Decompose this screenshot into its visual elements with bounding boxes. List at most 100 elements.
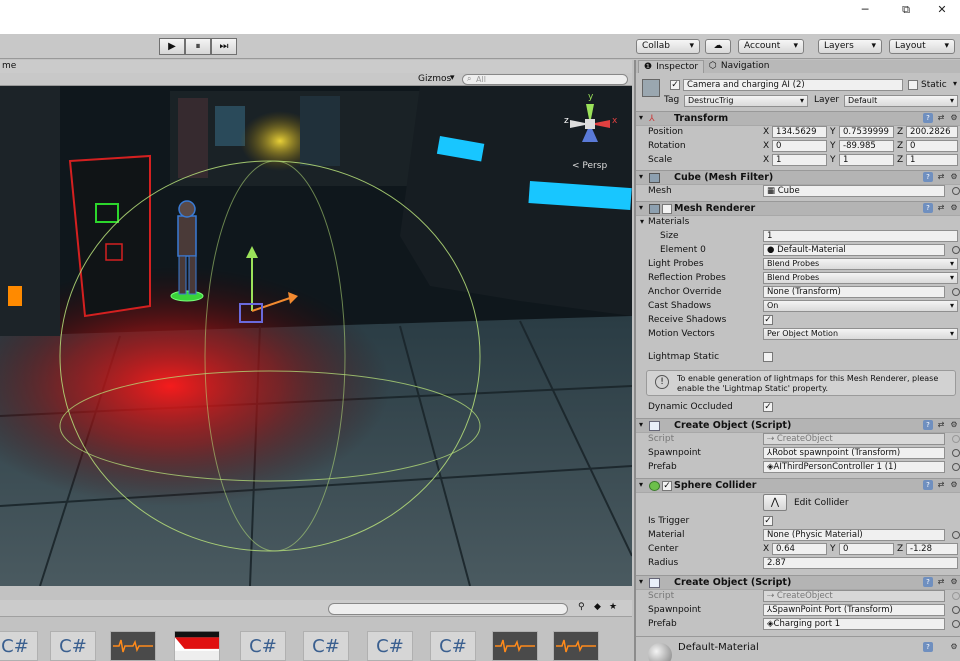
object-picker-icon[interactable] <box>952 531 960 539</box>
preset-icon[interactable]: ⇄ <box>936 480 946 490</box>
asset-audio-item[interactable] <box>492 631 538 661</box>
lightmap-static-checkbox[interactable] <box>763 352 773 362</box>
scale-x-field[interactable]: 1 <box>772 154 827 166</box>
asset-script-item[interactable]: C# <box>240 631 286 661</box>
account-dropdown[interactable]: Account ▾ <box>738 39 804 54</box>
scale-y-field[interactable]: 1 <box>839 154 894 166</box>
create-object-1-header[interactable]: ▾ Create Object (Script) ? ⇄ ⚙ <box>636 418 960 433</box>
rotation-y-field[interactable]: -89.985 <box>839 140 894 152</box>
object-picker-icon[interactable] <box>952 463 960 471</box>
help-icon[interactable]: ? <box>923 203 933 213</box>
collider-material-field[interactable]: None (Physic Material) <box>763 529 945 541</box>
scale-z-field[interactable]: 1 <box>906 154 958 166</box>
label-icon[interactable]: ◆ <box>594 602 601 612</box>
edit-collider-button[interactable]: ⋀ <box>763 494 787 511</box>
gear-icon[interactable]: ⚙ <box>949 480 959 490</box>
mesh-field[interactable]: ▦ Cube <box>763 185 945 197</box>
chevron-down-icon[interactable]: ▾ <box>953 79 957 88</box>
minimize-button[interactable]: ─ <box>850 3 880 17</box>
gear-icon[interactable]: ⚙ <box>949 172 959 182</box>
object-picker-icon[interactable] <box>952 246 960 254</box>
element0-field[interactable]: ● Default-Material <box>763 244 945 256</box>
rotation-z-field[interactable]: 0 <box>906 140 958 152</box>
orientation-gizmo[interactable]: y x z <box>560 92 620 154</box>
asset-texture-item[interactable] <box>174 631 220 661</box>
persp-label[interactable]: < Persp <box>572 161 607 171</box>
anchor-override-field[interactable]: None (Transform) <box>763 286 945 298</box>
asset-audio-item[interactable] <box>553 631 599 661</box>
filter-type-icon[interactable]: ⚲ <box>578 602 585 612</box>
object-picker-icon[interactable] <box>952 606 960 614</box>
cast-shadows-dropdown[interactable]: On <box>763 300 958 312</box>
mesh-renderer-header[interactable]: ▾ Mesh Renderer ? ⇄ ⚙ <box>636 201 960 216</box>
rotation-x-field[interactable]: 0 <box>772 140 827 152</box>
materials-row[interactable]: ▾ Materials <box>636 216 960 230</box>
gear-icon[interactable]: ⚙ <box>949 420 959 430</box>
layers-dropdown[interactable]: Layers ▾ <box>818 39 882 54</box>
play-button[interactable]: ▶ <box>159 38 185 55</box>
asset-script-item[interactable]: C# <box>50 631 96 661</box>
sphere-collider-enabled-checkbox[interactable]: ✓ <box>662 481 672 491</box>
help-icon[interactable]: ? <box>923 172 933 182</box>
object-picker-icon[interactable] <box>952 620 960 628</box>
position-y-field[interactable]: 0.7539999 <box>839 126 894 138</box>
static-checkbox[interactable] <box>908 80 918 90</box>
dynamic-occluded-checkbox[interactable]: ✓ <box>763 402 773 412</box>
gizmos-dropdown[interactable]: Gizmos <box>418 74 451 84</box>
object-picker-icon[interactable] <box>952 288 960 296</box>
material-section[interactable]: Default-Material ? ⚙ <box>636 636 960 661</box>
object-picker-icon[interactable] <box>952 187 960 195</box>
preset-icon[interactable]: ⇄ <box>936 203 946 213</box>
help-icon[interactable]: ? <box>923 420 933 430</box>
project-search-input[interactable] <box>328 603 568 615</box>
asset-script-item[interactable]: C# <box>367 631 413 661</box>
gear-icon[interactable]: ⚙ <box>949 577 959 587</box>
asset-script-item[interactable]: C# <box>430 631 476 661</box>
scene-view[interactable]: y x z < Persp <box>0 86 632 586</box>
layout-dropdown[interactable]: Layout ▾ <box>889 39 955 54</box>
layer-dropdown[interactable]: Default <box>844 95 958 107</box>
position-x-field[interactable]: 134.5629 <box>772 126 827 138</box>
tab-navigation[interactable]: ⬡ Navigation <box>704 60 774 73</box>
asset-script-item[interactable]: C# <box>0 631 38 661</box>
mesh-renderer-enabled-checkbox[interactable] <box>662 204 672 214</box>
sphere-collider-header[interactable]: ▾ ✓ Sphere Collider ? ⇄ ⚙ <box>636 478 960 493</box>
preset-icon[interactable]: ⇄ <box>936 172 946 182</box>
center-y-field[interactable]: 0 <box>839 543 894 555</box>
pause-button[interactable]: ⏸ <box>185 38 211 55</box>
reflection-probes-dropdown[interactable]: Blend Probes <box>763 272 958 284</box>
asset-script-item[interactable]: C# <box>303 631 349 661</box>
help-icon[interactable]: ? <box>923 480 933 490</box>
cloud-button[interactable]: ☁ <box>705 39 731 54</box>
help-icon[interactable]: ? <box>923 577 933 587</box>
is-trigger-checkbox[interactable]: ✓ <box>763 516 773 526</box>
preset-icon[interactable]: ⇄ <box>936 420 946 430</box>
help-icon[interactable]: ? <box>923 642 933 652</box>
object-picker-icon[interactable] <box>952 449 960 457</box>
center-z-field[interactable]: -1.28 <box>906 543 958 555</box>
gear-icon[interactable]: ⚙ <box>949 642 959 652</box>
tag-dropdown[interactable]: DestrucTrig <box>684 95 808 107</box>
maximize-button[interactable]: ⧉ <box>891 3 921 17</box>
mesh-filter-header[interactable]: ▾ Cube (Mesh Filter) ? ⇄ ⚙ <box>636 170 960 185</box>
spawnpoint-field[interactable]: ⅄SpawnPoint Port (Transform) <box>763 604 945 616</box>
light-probes-dropdown[interactable]: Blend Probes <box>763 258 958 270</box>
collab-button[interactable]: Collab ▾ <box>636 39 700 54</box>
tab-inspector[interactable]: ❶ Inspector <box>638 60 705 73</box>
help-icon[interactable]: ? <box>923 113 933 123</box>
gear-icon[interactable]: ⚙ <box>949 113 959 123</box>
star-icon[interactable]: ★ <box>609 602 617 612</box>
object-name-field[interactable]: Camera and charging AI (2) <box>683 79 903 91</box>
spawnpoint-field[interactable]: ⅄Robot spawnpoint (Transform) <box>763 447 945 459</box>
prefab-field[interactable]: ◈AIThirdPersonController 1 (1) <box>763 461 945 473</box>
preset-icon[interactable]: ⇄ <box>936 577 946 587</box>
asset-audio-item[interactable] <box>110 631 156 661</box>
radius-field[interactable]: 2.87 <box>763 557 958 569</box>
center-x-field[interactable]: 0.64 <box>772 543 827 555</box>
preset-icon[interactable]: ⇄ <box>936 113 946 123</box>
close-button[interactable]: ✕ <box>927 3 957 17</box>
size-field[interactable]: 1 <box>763 230 958 242</box>
position-z-field[interactable]: 200.2826 <box>906 126 958 138</box>
step-button[interactable]: ⏭ <box>211 38 237 55</box>
scene-tab-label[interactable]: me <box>2 61 16 71</box>
